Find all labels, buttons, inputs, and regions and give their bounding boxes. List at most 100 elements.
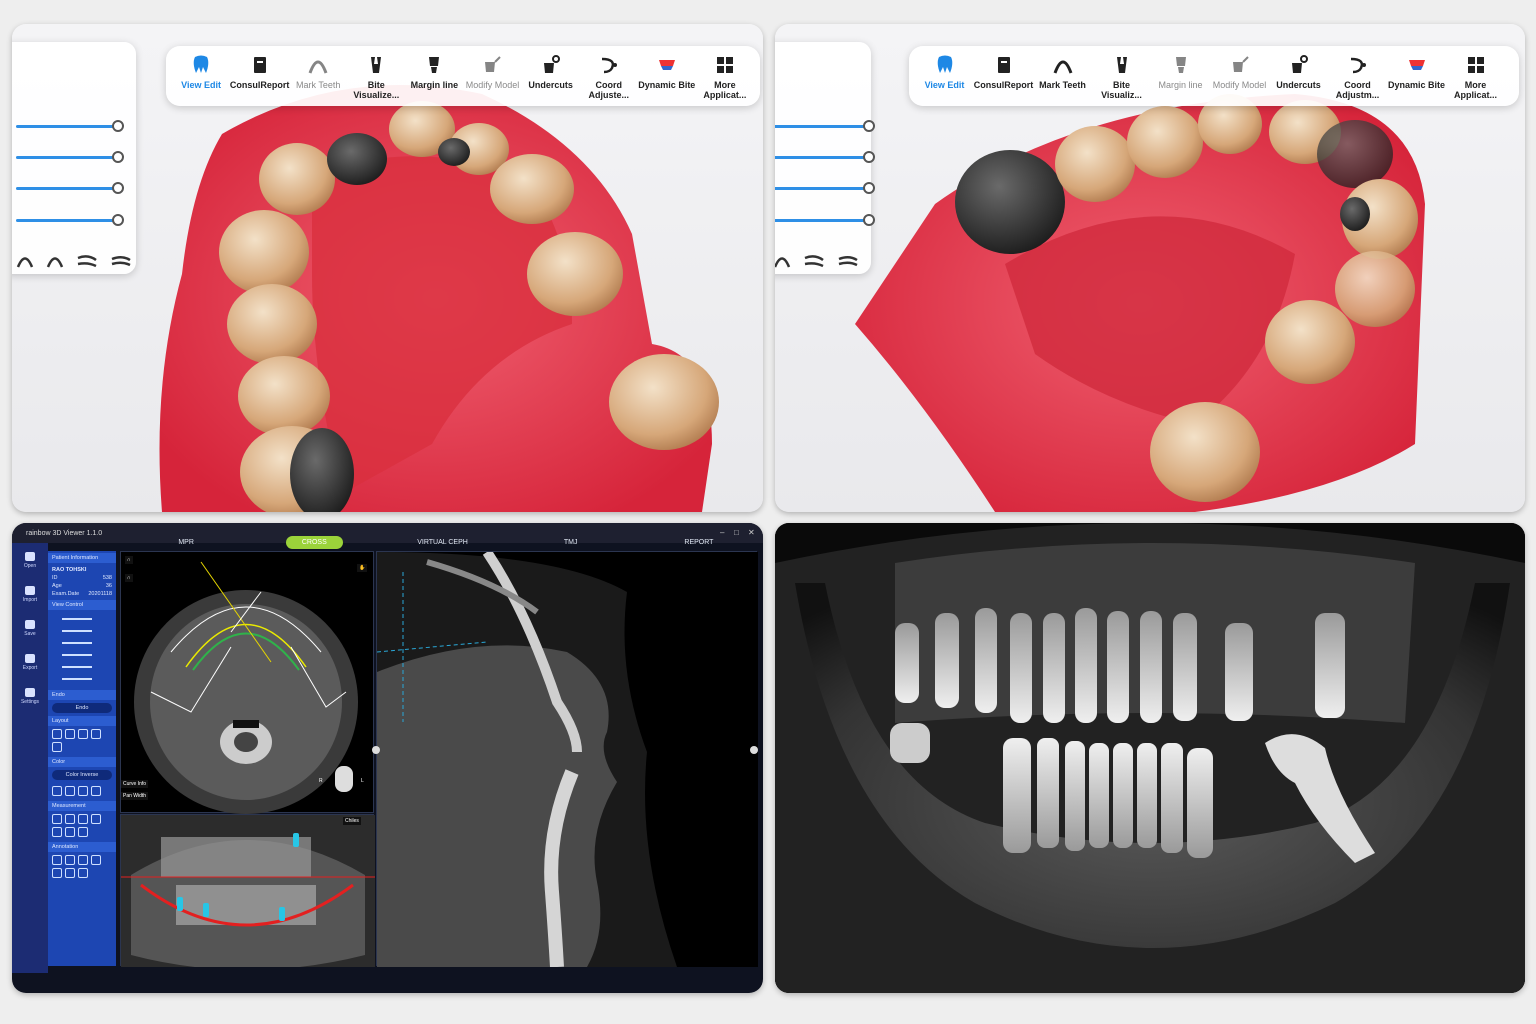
- tool-modify-model[interactable]: Modify Model: [463, 48, 521, 104]
- color-options[interactable]: [48, 783, 116, 799]
- report-icon: [253, 57, 266, 73]
- dynamic-bite-icon: [1408, 60, 1425, 70]
- orientation-l: L: [361, 778, 364, 784]
- head-orientation-icon[interactable]: [335, 766, 353, 792]
- tool-label: Coord Adjustm...: [1335, 80, 1380, 100]
- tool-label: Modify Model: [1212, 80, 1267, 90]
- tool-consulreport[interactable]: ConsulReport: [974, 48, 1033, 104]
- margin-line-icon: [1175, 57, 1186, 73]
- measurement-tools[interactable]: [48, 811, 116, 840]
- color-inverse-button[interactable]: Color Inverse: [52, 770, 112, 780]
- tab-report[interactable]: REPORT: [635, 539, 763, 546]
- modify-model-icon: [1232, 56, 1249, 72]
- nav-open[interactable]: Open: [12, 543, 48, 577]
- opacity-slider[interactable]: [775, 120, 875, 132]
- tool-modify-model[interactable]: Modify Model: [1210, 48, 1269, 104]
- tool-coord-adjuste[interactable]: Coord Adjuste...: [580, 48, 638, 104]
- tool-label: Coord Adjuste...: [588, 80, 629, 100]
- intraoral-scan-view-left[interactable]: View Edit ConsulReport Mark Teeth Bite Visu…: [12, 24, 763, 512]
- tool-label: More Applicat...: [1453, 80, 1497, 100]
- nav-settings[interactable]: Settings: [12, 679, 48, 713]
- annotation-tools[interactable]: [48, 852, 116, 881]
- nav-import[interactable]: Import: [12, 577, 48, 611]
- jaw-lower-icon[interactable]: [16, 254, 34, 268]
- import-icon: [25, 585, 35, 595]
- tool-consulreport[interactable]: ConsulReport: [230, 48, 289, 104]
- tool-undercuts[interactable]: Undercuts: [522, 48, 580, 104]
- viewer-nav-rail: Open Import Save Export Settings: [12, 543, 48, 973]
- nav-save[interactable]: Save: [12, 611, 48, 645]
- report-icon: [997, 57, 1010, 73]
- coord-icon: [601, 57, 617, 74]
- tooth-icon: [193, 55, 209, 73]
- tool-coord-adjustm[interactable]: Coord Adjustm...: [1328, 48, 1387, 104]
- tool-view-edit[interactable]: View Edit: [172, 48, 230, 104]
- tool-dynamic-bite[interactable]: Dynamic Bite: [638, 48, 696, 104]
- jaw-both-icon[interactable]: [110, 254, 132, 268]
- axial-slice-view[interactable]: ∩ ∩ ✋ Curve Info Pan Width R L: [120, 551, 374, 814]
- view-control-header: View Control: [48, 600, 116, 610]
- tool-label: More Applicat...: [703, 80, 747, 100]
- arch-curve-icon[interactable]: ∩: [125, 556, 133, 564]
- tool-mark-teeth[interactable]: Mark Teeth: [289, 48, 347, 104]
- view-settings-card: [12, 42, 136, 274]
- jaw-side-icon[interactable]: [76, 254, 98, 268]
- tool-margin-line[interactable]: Margin line: [1151, 48, 1210, 104]
- tab-cross[interactable]: CROSS: [250, 535, 378, 549]
- collapse-left-handle[interactable]: [372, 746, 380, 754]
- color-header: Color: [48, 757, 116, 767]
- intraoral-scan-view-right[interactable]: View Edit ConsulReport Mark Teeth Bite Visu…: [775, 24, 1525, 512]
- jaw-both-icon[interactable]: [837, 254, 859, 268]
- saturation-slider[interactable]: [775, 214, 875, 226]
- tab-mpr[interactable]: MPR: [122, 539, 250, 546]
- panoramic-reconstruction-view[interactable]: Chiles: [120, 814, 375, 970]
- save-icon: [25, 619, 35, 629]
- tool-margin-line[interactable]: Margin line: [405, 48, 463, 104]
- margin-line-icon: [429, 57, 440, 73]
- tool-bite-visualize[interactable]: Bite Visualize...: [347, 48, 405, 104]
- patient-row: ID 538: [52, 575, 112, 581]
- tool-label: Bite Visualiz...: [1101, 80, 1142, 100]
- endo-button[interactable]: Endo: [52, 703, 112, 713]
- tool-bite-visualiz[interactable]: Bite Visualiz...: [1092, 48, 1151, 104]
- saturation-slider[interactable]: [16, 214, 124, 226]
- opacity-slider[interactable]: [16, 120, 124, 132]
- brightness-slider[interactable]: [775, 151, 875, 163]
- patient-row: Age 36: [52, 583, 112, 589]
- brightness-slider[interactable]: [16, 151, 124, 163]
- view-control-sliders[interactable]: [48, 610, 116, 688]
- collapse-right-handle[interactable]: [750, 746, 758, 754]
- tool-label: View Edit: [924, 80, 965, 90]
- tab-virtual-ceph[interactable]: VIRTUAL CEPH: [378, 539, 506, 546]
- tool-more-applicat[interactable]: More Applicat...: [1446, 48, 1505, 104]
- tool-undercuts[interactable]: Undercuts: [1269, 48, 1328, 104]
- tool-view-edit[interactable]: View Edit: [915, 48, 974, 104]
- more-apps-icon: [716, 57, 733, 73]
- jaw-upper-icon[interactable]: [775, 254, 791, 268]
- tool-more-applicat[interactable]: More Applicat...: [696, 48, 754, 104]
- hand-icon[interactable]: ✋: [357, 564, 368, 572]
- layout-options[interactable]: [48, 726, 116, 755]
- coord-icon: [1350, 57, 1366, 74]
- jaw-side-icon[interactable]: [803, 254, 825, 268]
- tool-label: Dynamic Bite: [638, 80, 696, 90]
- layout-header: Layout: [48, 716, 116, 726]
- mark-teeth-icon: [1053, 60, 1072, 74]
- modify-model-icon: [485, 56, 502, 72]
- chiles-label: Chiles: [343, 817, 361, 825]
- contrast-slider[interactable]: [16, 182, 124, 194]
- nav-export[interactable]: Export: [12, 645, 48, 679]
- contrast-slider[interactable]: [775, 182, 875, 194]
- cross-section-view[interactable]: [376, 549, 758, 968]
- tool-dynamic-bite[interactable]: Dynamic Bite: [1387, 48, 1446, 104]
- tool-mark-teeth[interactable]: Mark Teeth: [1033, 48, 1092, 104]
- tool-label: View Edit: [181, 80, 221, 90]
- tab-tmj[interactable]: TMJ: [507, 539, 635, 546]
- arch-auto-icon[interactable]: ∩: [125, 574, 133, 582]
- undercuts-icon: [543, 55, 560, 73]
- folder-icon: [25, 551, 35, 561]
- tool-label: Mark Teeth: [1039, 80, 1086, 90]
- undercuts-icon: [1291, 55, 1308, 73]
- viewer-control-sidebar: Patient Information RAO TOHSKI ID 538 Ag…: [48, 551, 116, 966]
- jaw-upper-icon[interactable]: [46, 254, 64, 268]
